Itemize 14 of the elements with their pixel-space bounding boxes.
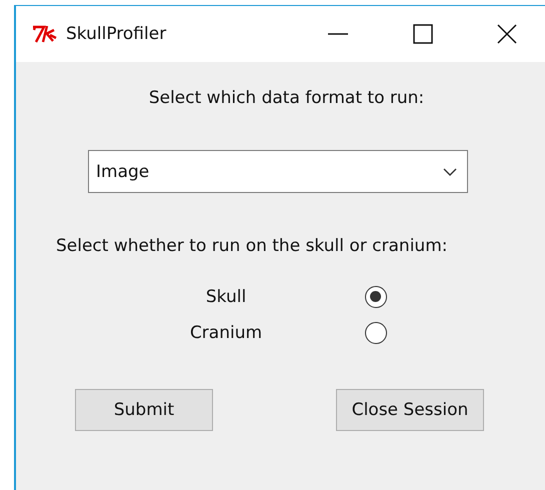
app-icon bbox=[32, 24, 58, 44]
radio-button[interactable] bbox=[365, 322, 387, 344]
target-prompt: Select whether to run on the skull or cranium: bbox=[56, 236, 448, 256]
radio-button[interactable] bbox=[365, 286, 387, 308]
format-dropdown[interactable]: Image bbox=[88, 150, 468, 193]
option-label: Skull bbox=[206, 287, 246, 307]
submit-button[interactable]: Submit bbox=[75, 389, 213, 431]
format-prompt: Select which data format to run: bbox=[148, 88, 424, 108]
close-icon[interactable] bbox=[497, 24, 517, 44]
option-label: Cranium bbox=[190, 323, 262, 343]
window-title: SkullProfiler bbox=[66, 24, 166, 44]
close-session-button[interactable]: Close Session bbox=[336, 389, 484, 431]
maximize-icon[interactable] bbox=[413, 24, 433, 44]
chevron-icon bbox=[443, 168, 457, 176]
